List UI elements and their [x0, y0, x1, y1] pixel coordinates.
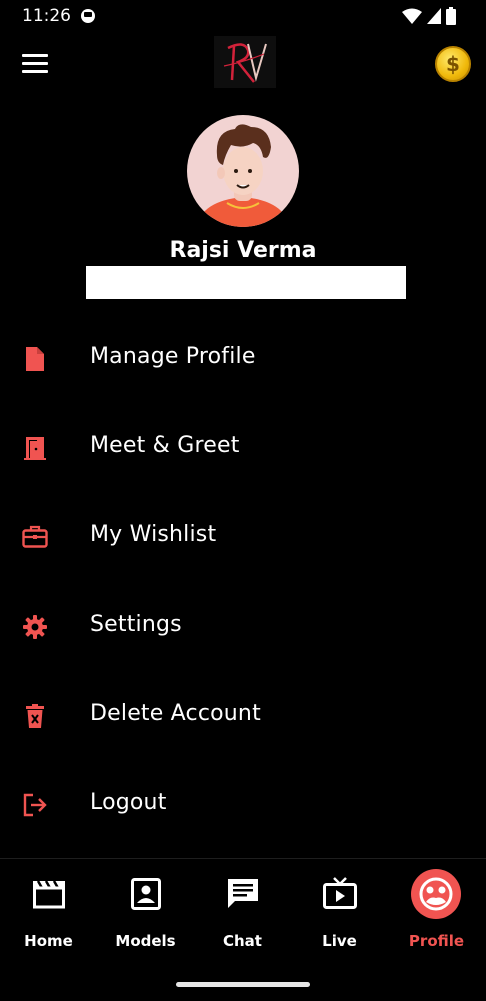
clapperboard-icon — [33, 880, 65, 909]
menu-item-meet-greet[interactable]: Meet & Greet — [0, 417, 486, 477]
nav-models[interactable]: Models — [97, 859, 194, 959]
nav-profile[interactable]: Profile — [388, 859, 485, 959]
menu-item-my-wishlist[interactable]: My Wishlist — [0, 506, 486, 566]
app-bar: $ — [0, 34, 486, 94]
status-time: 11:26 — [22, 6, 71, 26]
bottom-nav: Home Models Chat Live Profile — [0, 858, 486, 1001]
logout-icon — [23, 793, 47, 817]
file-icon — [26, 347, 44, 371]
battery-icon — [446, 7, 456, 25]
nav-home[interactable]: Home — [0, 859, 97, 959]
menu-item-label: Delete Account — [90, 701, 261, 726]
avatar[interactable] — [187, 115, 299, 227]
door-icon — [24, 437, 46, 460]
user-name: Rajsi Verma — [169, 238, 317, 263]
nav-label: Chat — [223, 932, 262, 950]
chat-bubble-icon — [228, 879, 258, 908]
nav-chat[interactable]: Chat — [194, 859, 291, 959]
menu-item-delete-account[interactable]: Delete Account — [0, 685, 486, 745]
email-field — [86, 266, 406, 299]
profile-icon — [411, 869, 461, 919]
gear-icon — [23, 615, 47, 639]
menu-item-label: Settings — [90, 612, 182, 637]
nav-label: Home — [24, 932, 73, 950]
trash-icon — [26, 704, 44, 728]
briefcase-icon — [22, 525, 48, 548]
signal-icon — [427, 8, 441, 24]
menu-item-manage-profile[interactable]: Manage Profile — [0, 328, 486, 388]
app-logo — [214, 36, 276, 88]
nav-label: Profile — [408, 932, 465, 950]
menu-item-label: Logout — [90, 790, 167, 815]
menu-item-settings[interactable]: Settings — [0, 596, 486, 656]
coin-icon[interactable]: $ — [435, 46, 471, 82]
menu-item-logout[interactable]: Logout — [0, 774, 486, 834]
notification-icon — [81, 9, 95, 23]
status-bar: 11:26 — [0, 0, 486, 34]
tv-icon — [323, 877, 357, 909]
nav-label: Models — [115, 932, 176, 950]
menu-item-label: My Wishlist — [90, 522, 217, 547]
hamburger-menu-icon[interactable] — [22, 54, 48, 76]
home-indicator[interactable] — [176, 982, 310, 987]
contact-card-icon — [131, 878, 161, 910]
wifi-icon — [402, 8, 422, 24]
menu-item-label: Meet & Greet — [90, 433, 240, 458]
nav-label: Live — [322, 932, 357, 950]
nav-live[interactable]: Live — [291, 859, 388, 959]
status-icons — [402, 7, 456, 25]
menu-item-label: Manage Profile — [90, 344, 256, 369]
